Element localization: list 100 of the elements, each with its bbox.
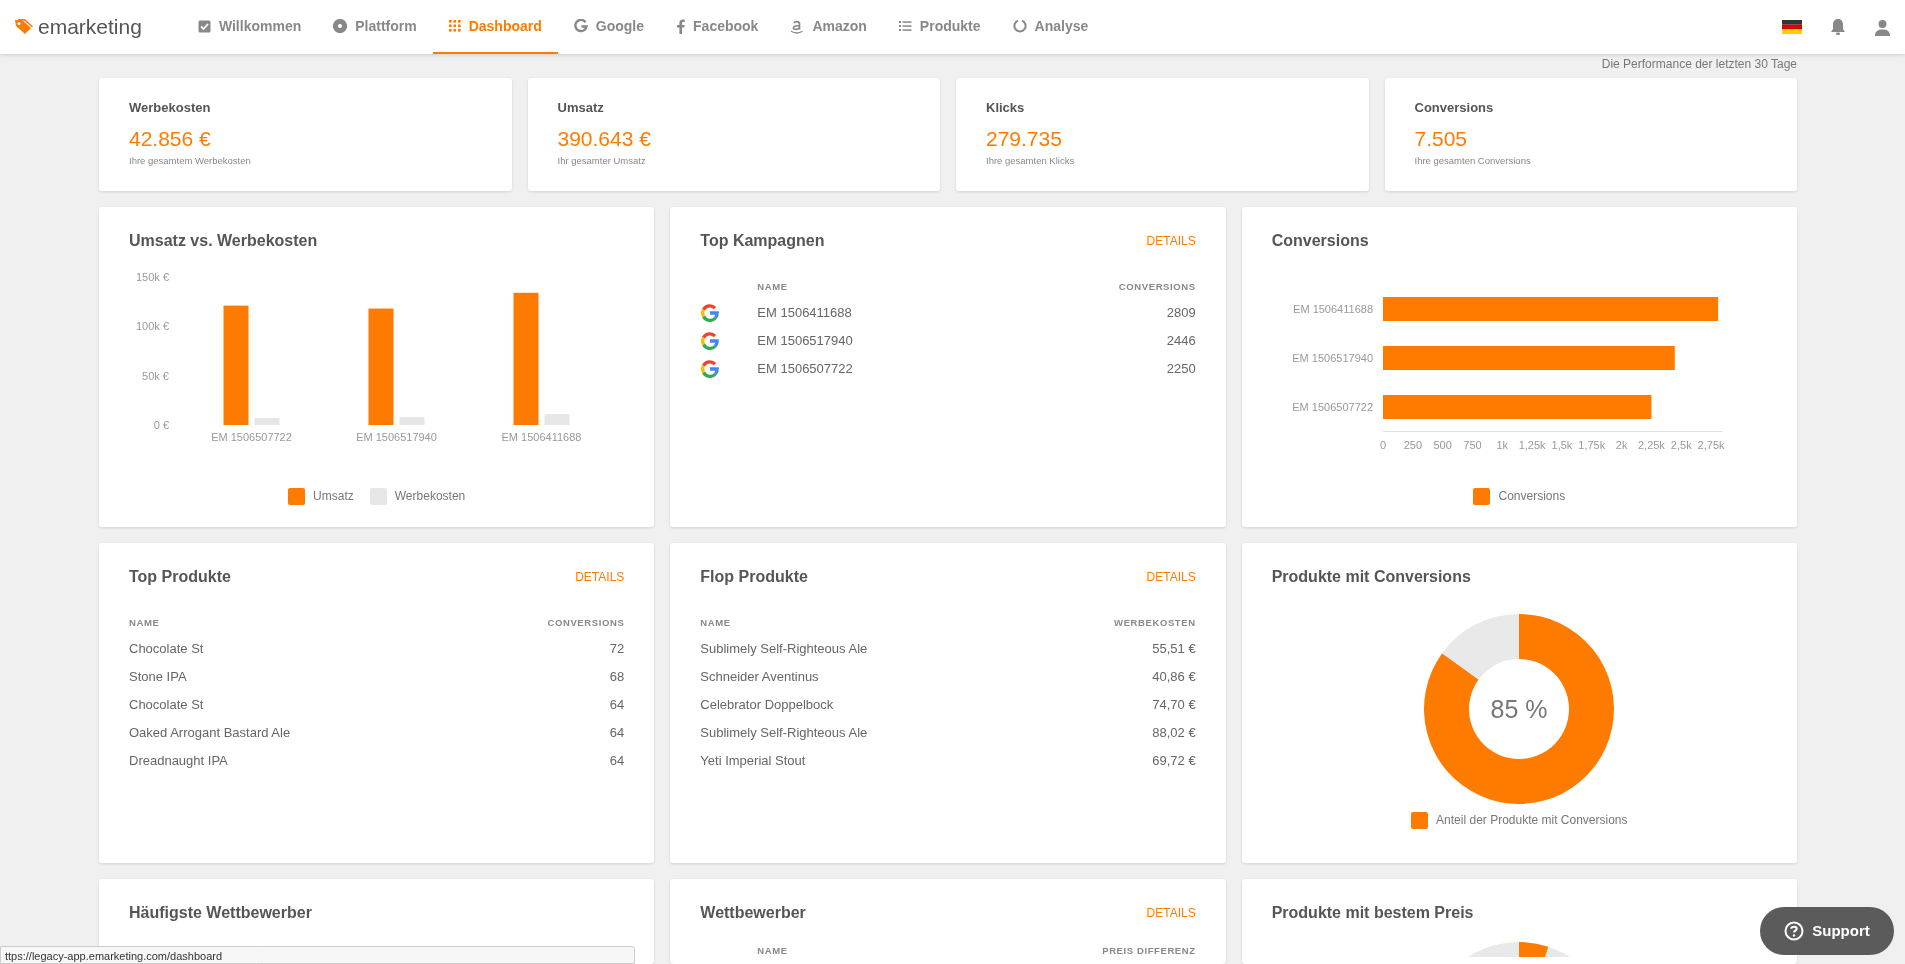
table-cell-text: EM 1506507722 [757, 360, 853, 379]
card-title: Flop Produkte [700, 567, 808, 587]
legend-label: Anteil der Produkte mit Conversions [1436, 812, 1628, 829]
column-header: NAME [757, 279, 788, 294]
axis-label: 2,25k [1637, 439, 1665, 451]
details-link[interactable]: DETAILS [1146, 232, 1196, 250]
table-cell-text: 69,72 € [1152, 752, 1196, 771]
card-title: Top Produkte [129, 567, 231, 587]
kpi-title: Conversions [1414, 100, 1494, 115]
bell-icon[interactable] [1830, 18, 1846, 36]
axis-label: 100k € [135, 320, 169, 333]
nav-tab[interactable]: Amazon [774, 0, 883, 54]
kpi-title: Klicks [986, 100, 1025, 115]
axis-label: 750 [1462, 439, 1482, 451]
column-header: PREIS DIFFERENZ [1102, 943, 1196, 958]
table-cell-text: Chocolate St [129, 696, 204, 715]
axis-label: 2,75k [1697, 439, 1725, 451]
clipboard-check-icon [197, 19, 211, 33]
nav-tab[interactable]: Analyse [996, 0, 1105, 54]
help-icon [1784, 921, 1805, 941]
support-button[interactable]: Support [1760, 907, 1894, 955]
axis-label: 1k [1496, 439, 1508, 451]
table-cell-text: 72 [609, 640, 625, 659]
axis-label: 150k € [135, 271, 169, 283]
legend-label: Werbekosten [394, 488, 466, 505]
brand-name: emarketing [38, 14, 142, 41]
chart-bar [544, 414, 570, 425]
kpi-value: 390.643 € [557, 126, 651, 150]
column-header: WERBEKOSTEN [1114, 615, 1196, 630]
column-header: NAME [700, 615, 731, 630]
user-icon[interactable] [1874, 18, 1891, 36]
grid-icon [448, 20, 461, 32]
letter-g-icon [700, 303, 721, 323]
table-cell-text: 2809 [1166, 304, 1196, 323]
center-label: 85 % [1490, 695, 1548, 723]
letter-f-icon [676, 18, 686, 34]
letter-a-smile-icon [790, 18, 805, 34]
card-title: Wettbewerber [700, 903, 806, 923]
table-cell-text: 74,70 € [1152, 696, 1196, 715]
table-cell-text: Stone IPA [129, 668, 187, 687]
table-cell-text: Dreadnaught IPA [129, 752, 228, 771]
axis-label: 0 € [153, 419, 169, 431]
axis-label: EM 1506411688 [501, 431, 582, 443]
status-url: ttps://legacy-app.emarketing.com/dashboard [0, 946, 635, 964]
details-link[interactable]: DETAILS [1146, 568, 1196, 586]
nav-tab[interactable]: Google [557, 0, 661, 54]
nav-tab[interactable]: Plattform [317, 0, 433, 54]
table-cell-text: 88,02 € [1152, 724, 1196, 743]
axis-label: 2,5k [1670, 439, 1692, 451]
nav-tab[interactable]: Willkommen [181, 0, 318, 54]
axis-label: EM 1506507722 [211, 431, 292, 443]
table-cell-text: Schneider Aventinus [700, 668, 819, 687]
table-cell-text: 40,86 € [1152, 668, 1196, 687]
column-header: NAME [129, 615, 160, 630]
kpi-title: Umsatz [557, 100, 604, 115]
table-cell-text: EM 1506411688 [757, 304, 852, 323]
legend-label: Umsatz [313, 488, 354, 505]
nav-tab[interactable]: Facebook [660, 0, 775, 54]
nav-tab[interactable]: Dashboard [432, 0, 558, 54]
column-header: CONVERSIONS [547, 615, 625, 630]
german-flag-icon[interactable] [1782, 20, 1802, 34]
axis-label: 250 [1403, 439, 1422, 451]
table-cell-text: 64 [609, 724, 625, 743]
details-link[interactable]: DETAILS [575, 568, 625, 586]
kpi-caption: Ihr gesamter Umsatz [557, 154, 646, 166]
kpi-title: Werbekosten [129, 100, 211, 115]
legend-label: Conversions [1498, 488, 1566, 505]
details-link[interactable]: DETAILS [1146, 904, 1196, 922]
axis-label: 1,25k [1518, 439, 1546, 451]
table-cell-text: Oaked Arrogant Bastard Ale [129, 724, 291, 743]
kpi-caption: Ihre gesamtem Werbekosten [129, 154, 251, 166]
table-cell-text: Celebrator Doppelbock [700, 696, 834, 715]
letter-g-icon [700, 359, 721, 379]
chart-bar [399, 417, 425, 425]
axis-label: EM 1506517940 [356, 431, 437, 443]
subtitle: Die Performance der letzten 30 Tage [1601, 56, 1797, 73]
nav-tab[interactable]: Produkte [882, 0, 997, 54]
card-title: Umsatz vs. Werbekosten [129, 231, 318, 251]
kpi-caption: Ihre gesamten Klicks [986, 154, 1075, 166]
kpi-value: 279.735 [986, 126, 1062, 150]
column-header: CONVERSIONS [1118, 279, 1196, 294]
table-cell-text: Sublimely Self-Righteous Ale [700, 640, 868, 659]
axis-label: EM 1506411688 [1292, 303, 1373, 315]
circle-notch-icon [1012, 19, 1027, 33]
axis-label: EM 1506507722 [1291, 401, 1373, 413]
chart-bar [254, 418, 280, 425]
card-title: Produkte mit Conversions [1271, 567, 1471, 587]
axis-label: 1,5k [1551, 439, 1572, 451]
table-cell-text: 64 [609, 696, 625, 715]
list-icon [898, 20, 912, 32]
kpi-caption: Ihre gesamten Conversions [1414, 154, 1531, 166]
table-cell-text: 64 [609, 752, 625, 771]
table-cell-text: Chocolate St [129, 640, 204, 659]
axis-label: 50k € [142, 369, 169, 382]
column-header: NAME [757, 943, 788, 958]
card-title: Top Kampagnen [700, 231, 825, 251]
card-title: Häufigste Wettbewerber [129, 903, 312, 923]
table-cell-text: Sublimely Self-Righteous Ale [700, 724, 868, 743]
table-cell-text: Yeti Imperial Stout [700, 752, 806, 771]
letter-g-icon [573, 19, 588, 33]
